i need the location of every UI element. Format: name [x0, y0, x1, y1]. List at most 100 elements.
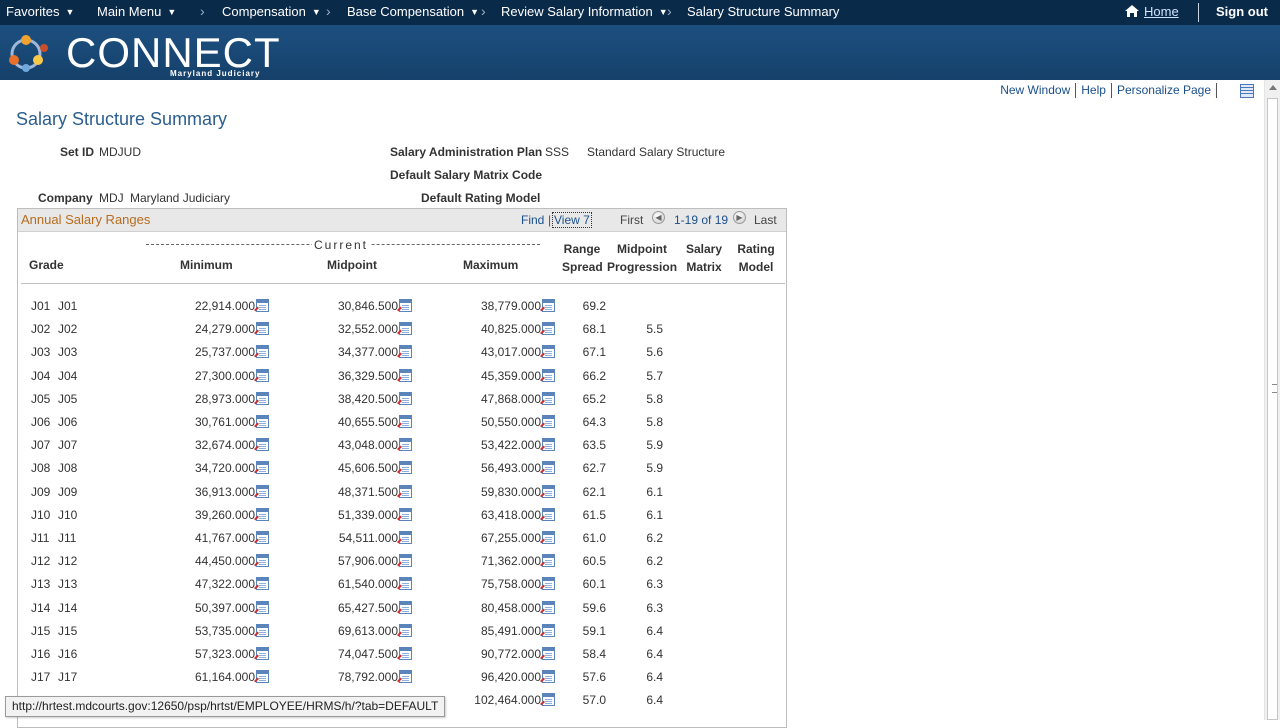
home-link[interactable]: Home — [1144, 4, 1179, 19]
calculator-icon[interactable] — [254, 391, 269, 405]
vertical-scrollbar[interactable] — [1264, 80, 1280, 720]
calculator-icon[interactable] — [397, 484, 412, 498]
calculator-icon[interactable] — [397, 647, 412, 660]
midpoint-value: 34,377.000 — [337, 345, 398, 360]
favorites-menu[interactable]: Favorites ▼ — [6, 4, 74, 19]
midpoint-progression-value: 5.9 — [646, 438, 663, 453]
new-window-link[interactable]: New Window — [1000, 83, 1070, 97]
calculator-icon[interactable] — [397, 345, 412, 359]
calculator-icon[interactable] — [397, 415, 412, 428]
current-group-label: Current — [312, 238, 371, 252]
calculator-icon[interactable] — [254, 670, 269, 684]
calculator-icon[interactable] — [397, 554, 412, 568]
calculator-icon[interactable] — [254, 438, 269, 452]
midpoint-value: 32,552.000 — [337, 322, 398, 337]
calculator-icon[interactable] — [397, 623, 412, 637]
range-spread-value: 59.6 — [582, 600, 606, 615]
calculator-icon[interactable] — [540, 415, 555, 428]
calculator-icon[interactable] — [397, 368, 412, 382]
next-arrow-icon[interactable]: ▶ — [733, 211, 746, 224]
breadcrumb-base-compensation[interactable]: Base Compensation ▼ — [347, 4, 479, 19]
first-link[interactable]: First — [620, 213, 643, 227]
calculator-icon[interactable] — [540, 577, 555, 591]
calculator-icon[interactable] — [540, 507, 555, 521]
sal-admin-plan-label: Salary Administration Plan — [390, 145, 543, 159]
calculator-icon[interactable] — [540, 670, 555, 684]
scrollbar-thumb[interactable] — [1267, 98, 1278, 720]
grid-title: Annual Salary Ranges — [21, 212, 151, 227]
calculator-icon[interactable] — [254, 322, 269, 336]
calculator-icon[interactable] — [254, 299, 269, 312]
prev-arrow-icon[interactable]: ◀ — [652, 211, 665, 224]
calculator-icon[interactable] — [254, 647, 269, 660]
calculator-icon[interactable] — [254, 554, 269, 568]
grade-code: J02 — [31, 322, 51, 337]
calculator-icon[interactable] — [540, 391, 555, 405]
calculator-icon[interactable] — [254, 461, 269, 475]
col-header-range-spread: Range Spread — [562, 240, 603, 276]
calculator-icon[interactable] — [540, 600, 555, 614]
calculator-icon[interactable] — [254, 623, 269, 637]
personalize-page-link[interactable]: Personalize Page — [1117, 83, 1211, 97]
logo-subtitle: Maryland Judiciary — [170, 69, 261, 78]
calculator-icon[interactable] — [254, 415, 269, 428]
last-link[interactable]: Last — [754, 213, 777, 227]
page-title: Salary Structure Summary — [16, 109, 228, 129]
table-row: J06 J06 30,761.000 40,655.500 50,550.000 64.3… — [18, 415, 786, 438]
calculator-icon[interactable] — [540, 693, 555, 707]
calculator-icon[interactable] — [540, 368, 555, 382]
table-row: J17 J17 61,164.000 78,792.000 96,420.000 57.6… — [18, 670, 786, 693]
find-link[interactable]: Find — [521, 213, 544, 227]
calculator-icon[interactable] — [254, 345, 269, 359]
calculator-icon[interactable] — [540, 322, 555, 336]
calculator-icon[interactable] — [397, 299, 412, 312]
scroll-up-icon[interactable] — [1269, 85, 1277, 90]
calculator-icon[interactable] — [540, 531, 555, 544]
calculator-icon[interactable] — [397, 507, 412, 521]
breadcrumb-separator-icon: › — [667, 3, 672, 19]
midpoint-value: 57,906.000 — [337, 554, 398, 569]
sal-admin-plan-code: SSS — [545, 145, 570, 159]
main-menu[interactable]: Main Menu ▼ — [97, 4, 176, 19]
midpoint-value: 61,540.000 — [337, 577, 398, 592]
calculator-icon[interactable] — [397, 322, 412, 336]
help-link[interactable]: Help — [1081, 83, 1106, 97]
calculator-icon[interactable] — [540, 647, 555, 660]
breadcrumb-compensation[interactable]: Compensation ▼ — [222, 4, 321, 19]
calculator-icon[interactable] — [540, 438, 555, 452]
calculator-icon[interactable] — [397, 577, 412, 591]
utility-links: New Window Help Personalize Page — [1000, 83, 1222, 99]
calculator-icon[interactable] — [254, 600, 269, 614]
calculator-icon[interactable] — [397, 670, 412, 684]
calculator-icon[interactable] — [540, 623, 555, 637]
calculator-icon[interactable] — [540, 299, 555, 312]
calculator-icon[interactable] — [397, 438, 412, 452]
calculator-icon[interactable] — [540, 461, 555, 475]
pencil-icon — [254, 445, 259, 451]
calculator-icon[interactable] — [254, 507, 269, 521]
calculator-icon[interactable] — [254, 484, 269, 498]
home-icon — [1125, 5, 1139, 17]
grid-layout-icon[interactable] — [1240, 84, 1254, 98]
maximum-value: 38,779.000 — [480, 299, 541, 313]
home-link-group[interactable]: Home — [1124, 4, 1179, 19]
calculator-icon[interactable] — [254, 577, 269, 591]
calculator-icon[interactable] — [540, 345, 555, 359]
breadcrumb-review-salary[interactable]: Review Salary Information ▼ — [501, 4, 668, 19]
grade-code: J12 — [31, 554, 51, 569]
calculator-icon[interactable] — [254, 368, 269, 382]
calculator-icon[interactable] — [540, 554, 555, 568]
calculator-icon[interactable] — [397, 531, 412, 544]
calculator-icon[interactable] — [397, 461, 412, 475]
annual-salary-ranges-grid: Annual Salary Ranges Find | View 7 First… — [17, 208, 787, 728]
sign-out-link[interactable]: Sign out — [1216, 4, 1268, 19]
calculator-icon[interactable] — [397, 600, 412, 614]
calculator-icon[interactable] — [397, 391, 412, 405]
header-divider — [21, 283, 785, 284]
calculator-icon[interactable] — [254, 531, 269, 544]
calculator-icon[interactable] — [540, 484, 555, 498]
midpoint-value: 51,339.000 — [337, 507, 398, 522]
view-all-link[interactable]: View 7 — [552, 212, 592, 228]
midpoint-value: 40,655.500 — [337, 415, 398, 429]
grid-header-bar: Annual Salary Ranges Find | View 7 First… — [18, 209, 786, 232]
